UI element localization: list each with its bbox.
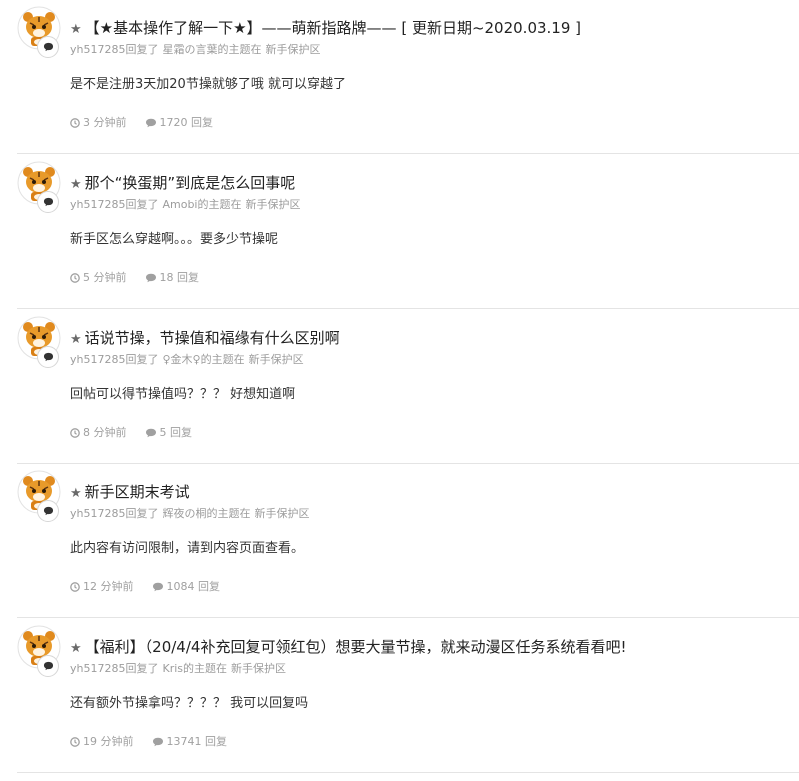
comment-icon (152, 582, 163, 592)
star-icon: ★ (70, 22, 82, 37)
topic-suffix: 的主题在 (217, 43, 262, 56)
comment-icon (145, 428, 156, 438)
reply-count: 18 回复 (159, 271, 200, 284)
topic-suffix: 的主题在 (197, 198, 242, 211)
action-text: 回复了 (125, 198, 159, 211)
author-link[interactable]: Kris (162, 662, 183, 675)
comment-badge-icon (37, 655, 59, 677)
comment-icon (152, 737, 163, 747)
reply-content: 新手区怎么穿越啊。。。要多少节操呢 (70, 232, 279, 247)
comment-icon (145, 118, 156, 128)
topic-title: 【★基本操作了解一下★】——萌新指路牌—— [ 更新日期~2020.03.19 … (84, 19, 582, 37)
topic-title: 【福利】（20/4/4补充回复可领红包）想要大量节操，就来动漫区任务系统看看吧! (84, 638, 627, 656)
activity-meta: 19 分钟前 13741 回复 (70, 735, 227, 749)
user-link[interactable]: yh517285 (70, 507, 125, 520)
reply-count: 1720 回复 (159, 116, 214, 129)
action-text: 回复了 (125, 353, 159, 366)
activity-item: ★ 话说节操，节操值和福缘有什么区别啊 yh517285回复了 ♀金木♀的主题在 新手… (17, 310, 799, 464)
activity-meta: 8 分钟前 5 回复 (70, 426, 192, 440)
reply-content: 是不是注册3天加20节操就够了哦 就可以穿越了 (70, 77, 346, 92)
action-text: 回复了 (125, 662, 159, 675)
comment-icon (145, 273, 156, 283)
reply-content: 此内容有访问限制，请到内容页面查看。 (70, 541, 305, 556)
reply-count: 1084 回复 (166, 580, 221, 593)
activity-item: ★ 【福利】（20/4/4补充回复可领红包）想要大量节操，就来动漫区任务系统看看吧… (17, 619, 799, 773)
user-link[interactable]: yh517285 (70, 662, 125, 675)
reply-count: 5 回复 (159, 426, 193, 439)
activity-feed: ★ 【★基本操作了解一下★】——萌新指路牌—— [ 更新日期~2020.03.19… (0, 0, 799, 781)
topic-title-link[interactable]: ★ 那个“换蛋期”到底是怎么回事呢 (70, 173, 295, 195)
topic-title-link[interactable]: ★ 【★基本操作了解一下★】——萌新指路牌—— [ 更新日期~2020.03.19… (70, 18, 581, 40)
reply-content: 还有额外节操拿吗？？？？ 我可以回复吗 (70, 696, 309, 711)
comment-badge-icon (37, 36, 59, 58)
clock-icon (70, 737, 80, 747)
clock-icon (70, 118, 80, 128)
activity-item: ★ 新手区期末考试 yh517285回复了 辉夜の桐的主题在 新手保护区 此内容有访问… (17, 464, 799, 618)
topic-title: 话说节操，节操值和福缘有什么区别啊 (84, 329, 340, 347)
forum-link[interactable]: 新手保护区 (246, 198, 301, 211)
activity-meta: 5 分钟前 18 回复 (70, 271, 199, 285)
topic-title-link[interactable]: ★ 新手区期末考试 (70, 482, 190, 504)
author-link[interactable]: 星霜の言葉 (162, 43, 217, 56)
activity-meta: 12 分钟前 1084 回复 (70, 580, 220, 594)
topic-title: 新手区期末考试 (84, 483, 190, 501)
user-link[interactable]: yh517285 (70, 43, 125, 56)
reply-content: 回帖可以得节操值吗？？？ 好想知道啊 (70, 387, 296, 402)
timestamp[interactable]: 12 分钟前 (83, 580, 134, 594)
activity-subline: yh517285回复了 辉夜の桐的主题在 新手保护区 (70, 507, 309, 521)
activity-item: ★ 【★基本操作了解一下★】——萌新指路牌—— [ 更新日期~2020.03.19… (17, 0, 799, 154)
timestamp[interactable]: 8 分钟前 (83, 426, 127, 440)
user-avatar[interactable] (17, 625, 63, 677)
reply-count: 13741 回复 (166, 735, 228, 748)
topic-suffix: 的主题在 (200, 353, 245, 366)
timestamp[interactable]: 19 分钟前 (83, 735, 134, 749)
clock-icon (70, 582, 80, 592)
comment-badge-icon (37, 191, 59, 213)
topic-suffix: 的主题在 (206, 507, 251, 520)
star-icon: ★ (70, 177, 82, 192)
topic-title-link[interactable]: ★ 【福利】（20/4/4补充回复可领红包）想要大量节操，就来动漫区任务系统看看吧… (70, 637, 626, 659)
forum-link[interactable]: 新手保护区 (265, 43, 320, 56)
forum-link[interactable]: 新手保护区 (249, 353, 304, 366)
user-link[interactable]: yh517285 (70, 353, 125, 366)
timestamp[interactable]: 5 分钟前 (83, 271, 127, 285)
user-avatar[interactable] (17, 470, 63, 522)
activity-subline: yh517285回复了 星霜の言葉的主题在 新手保护区 (70, 43, 320, 57)
user-avatar[interactable] (17, 316, 63, 368)
forum-link[interactable]: 新手保护区 (254, 507, 309, 520)
author-link[interactable]: ♀金木♀ (162, 353, 200, 366)
user-link[interactable]: yh517285 (70, 198, 125, 211)
action-text: 回复了 (125, 507, 159, 520)
comment-badge-icon (37, 346, 59, 368)
clock-icon (70, 428, 80, 438)
author-link[interactable]: 辉夜の桐 (162, 507, 206, 520)
action-text: 回复了 (125, 43, 159, 56)
timestamp[interactable]: 3 分钟前 (83, 116, 127, 130)
activity-item: ★ 那个“换蛋期”到底是怎么回事呢 yh517285回复了 Amobi的主题在 新手保… (17, 155, 799, 309)
star-icon: ★ (70, 641, 82, 656)
author-link[interactable]: Amobi (162, 198, 197, 211)
clock-icon (70, 273, 80, 283)
comment-badge-icon (37, 500, 59, 522)
activity-subline: yh517285回复了 Kris的主题在 新手保护区 (70, 662, 286, 676)
user-avatar[interactable] (17, 161, 63, 213)
activity-subline: yh517285回复了 ♀金木♀的主题在 新手保护区 (70, 353, 304, 367)
star-icon: ★ (70, 332, 82, 347)
activity-meta: 3 分钟前 1720 回复 (70, 116, 213, 130)
topic-suffix: 的主题在 (183, 662, 228, 675)
star-icon: ★ (70, 486, 82, 501)
activity-subline: yh517285回复了 Amobi的主题在 新手保护区 (70, 198, 301, 212)
forum-link[interactable]: 新手保护区 (231, 662, 286, 675)
topic-title: 那个“换蛋期”到底是怎么回事呢 (84, 174, 296, 192)
user-avatar[interactable] (17, 6, 63, 58)
topic-title-link[interactable]: ★ 话说节操，节操值和福缘有什么区别啊 (70, 328, 340, 350)
